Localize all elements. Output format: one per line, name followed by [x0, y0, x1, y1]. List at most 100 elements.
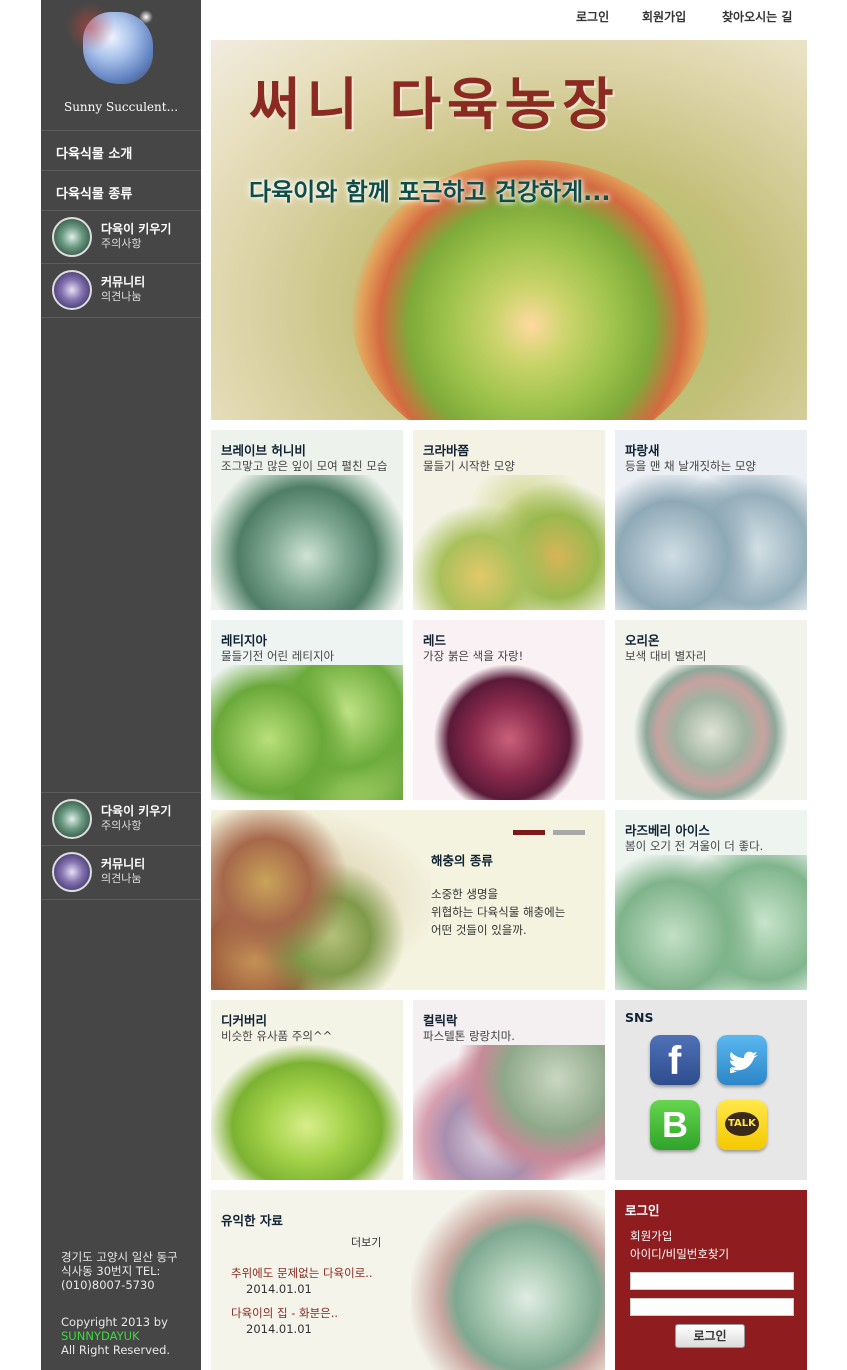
signup-link[interactable]: 회원가입: [630, 1228, 672, 1244]
sidebar-item-subtitle: 의견나눔: [101, 872, 142, 885]
succulent-thumbnail: [52, 799, 92, 839]
card-title: 브레이브 허니비: [221, 443, 306, 458]
card-subtitle: 조그맣고 많은 잎이 모여 펼친 모습: [221, 459, 388, 473]
twitter-icon[interactable]: [717, 1035, 767, 1085]
resources-panel: 유익한 자료 더보기 추위에도 문제없는 다육이로.. 2014.01.01 다…: [211, 1190, 605, 1370]
succulent-photo: [211, 475, 403, 610]
band-icon[interactable]: B: [650, 1100, 700, 1150]
post-date: 2014.01.01: [246, 1282, 312, 1296]
banner-title: 써니 다육농장: [249, 72, 620, 138]
card-title: 파랑새: [625, 443, 660, 458]
succulent-photo: [411, 1190, 605, 1370]
card-title: 컬릭락: [423, 1013, 458, 1028]
card-subtitle: 가장 붉은 색을 자랑!: [423, 649, 524, 663]
sidebar-item-label: 다육식물 소개: [56, 147, 133, 162]
resources-title: 유익한 자료: [221, 1213, 283, 1228]
pest-line: 어떤 것들이 있을까.: [431, 923, 527, 937]
facebook-icon[interactable]: f: [650, 1035, 700, 1085]
card-subtitle: 비슷한 유사품 주의^^: [221, 1029, 333, 1043]
succulent-photo: [211, 810, 431, 990]
card-subtitle: 봄이 오기 전 겨울이 더 좋다.: [625, 839, 764, 853]
sidebar: Sunny Succulent... 다육식물 소개 다육식물 종류 다육이 키…: [41, 0, 201, 1370]
sidebar-item-intro[interactable]: 다육식물 소개: [41, 130, 201, 170]
card-subtitle: 등을 맨 채 날개짓하는 모양: [625, 459, 757, 473]
sidebar-item-subtitle: 주의사항: [101, 819, 142, 832]
logo-sparkle-icon: [139, 10, 153, 24]
top-login-link[interactable]: 로그인: [576, 8, 609, 25]
sidebar-item-label: 다육식물 종류: [56, 187, 133, 202]
succulent-photo: [615, 475, 807, 610]
site-logo[interactable]: Sunny Succulent...: [41, 0, 201, 130]
card-title: 레티지아: [221, 633, 268, 648]
card-subtitle: 물들기전 어린 레티지아: [221, 649, 335, 663]
find-account-link[interactable]: 아이디/비밀번호찾기: [630, 1246, 729, 1262]
pest-line: 소중한 생명을: [431, 887, 499, 901]
login-title: 로그인: [625, 1203, 660, 1218]
succulent-photo: [413, 665, 605, 800]
pest-line: 위협하는 다육식물 해충에는: [431, 905, 566, 919]
kakaotalk-label: TALK: [728, 1118, 756, 1129]
password-input[interactable]: [630, 1298, 794, 1316]
card-raspberry-ice[interactable]: 라즈베리 아이스 봄이 오기 전 겨울이 더 좋다.: [615, 810, 807, 990]
login-button[interactable]: 로그인: [675, 1324, 745, 1348]
card-title: 크라바쯤: [423, 443, 470, 458]
card-title: 해충의 종류: [431, 853, 493, 868]
rights-text: All Right Reserved.: [61, 1343, 171, 1357]
succulent-photo: [413, 1045, 605, 1180]
post-date: 2014.01.01: [246, 1322, 312, 1336]
username-input[interactable]: [630, 1272, 794, 1290]
slide-indicator[interactable]: [553, 830, 585, 835]
sns-title: SNS: [625, 1010, 654, 1025]
sidebar-item-types[interactable]: 다육식물 종류: [41, 170, 201, 210]
post-title[interactable]: 추위에도 문제없는 다육이로..: [231, 1265, 373, 1281]
slide-indicator-active[interactable]: [513, 830, 545, 835]
succulent-photo: [615, 855, 807, 990]
card-pests[interactable]: 해충의 종류 소중한 생명을 위협하는 다육식물 해충에는 어떤 것들이 있을까…: [211, 810, 605, 990]
succulent-thumbnail: [52, 270, 92, 310]
address-line: 식사동 30번지 TEL:: [61, 1264, 161, 1278]
card-subtitle: 보색 대비 별자리: [625, 649, 707, 663]
card-subtitle: 파스텔톤 랑랑치마.: [423, 1029, 515, 1043]
kakaotalk-icon[interactable]: TALK: [717, 1100, 767, 1150]
card-bluebird[interactable]: 파랑새 등을 맨 채 날개짓하는 모양: [615, 430, 807, 610]
card-red[interactable]: 레드 가장 붉은 색을 자랑!: [413, 620, 605, 800]
copyright-text: Copyright 2013 by: [61, 1315, 168, 1329]
more-link[interactable]: 더보기: [351, 1234, 381, 1250]
top-signup-link[interactable]: 회원가입: [642, 8, 686, 25]
succulent-photo: [615, 665, 807, 800]
card-discovery[interactable]: 디커버리 비슷한 유사품 주의^^: [211, 1000, 403, 1180]
succulent-thumbnail: [52, 217, 92, 257]
address-line: (010)8007-5730: [61, 1278, 155, 1292]
sidebar-item-community[interactable]: 커뮤니티 의견나눔: [41, 263, 201, 318]
login-panel: 로그인 회원가입 아이디/비밀번호찾기 로그인: [615, 1190, 807, 1370]
card-subtitle: 물들기 시작한 모양: [423, 459, 515, 473]
card-crassula[interactable]: 크라바쯤 물들기 시작한 모양: [413, 430, 605, 610]
card-title: 오리온: [625, 633, 660, 648]
sns-panel: SNS f B TALK: [615, 1000, 807, 1180]
card-brave-honeybee[interactable]: 브레이브 허니비 조그맣고 많은 잎이 모여 펼친 모습: [211, 430, 403, 610]
card-title: 디커버리: [221, 1013, 268, 1028]
card-orion[interactable]: 오리온 보색 대비 별자리: [615, 620, 807, 800]
brand-name: SUNNYDAYUK: [61, 1329, 140, 1343]
sidebar-item-care-bottom[interactable]: 다육이 키우기 주의사항: [41, 792, 201, 845]
pest-description: 소중한 생명을 위협하는 다육식물 해충에는 어떤 것들이 있을까.: [431, 885, 565, 939]
logo-text: Sunny Succulent...: [63, 100, 179, 114]
card-title: 레드: [423, 633, 447, 648]
card-curly-locks[interactable]: 컬릭락 파스텔톤 랑랑치마.: [413, 1000, 605, 1180]
sidebar-item-subtitle: 의견나눔: [101, 290, 142, 303]
post-title[interactable]: 다육이의 집 - 화분은..: [231, 1305, 338, 1321]
address-line: 경기도 고양시 일산 동구: [61, 1250, 178, 1264]
hero-banner: 써니 다육농장 다육이와 함께 포근하고 건강하게...: [211, 40, 807, 420]
facebook-glyph: f: [668, 1039, 682, 1083]
sidebar-item-subtitle: 주의사항: [101, 237, 142, 250]
succulent-photo: [211, 1045, 403, 1180]
sidebar-item-community-bottom[interactable]: 커뮤니티 의견나눔: [41, 845, 201, 900]
twitter-bird-icon: [730, 1051, 758, 1073]
footer-copyright: Copyright 2013 by SUNNYDAYUK All Right R…: [61, 1315, 170, 1357]
sidebar-item-care[interactable]: 다육이 키우기 주의사항: [41, 210, 201, 263]
succulent-photo: [413, 475, 605, 610]
top-directions-link[interactable]: 찾아오시는 길: [722, 8, 792, 25]
succulent-thumbnail: [52, 852, 92, 892]
footer-address: 경기도 고양시 일산 동구 식사동 30번지 TEL: (010)8007-57…: [61, 1250, 178, 1292]
card-letizia[interactable]: 레티지아 물들기전 어린 레티지아: [211, 620, 403, 800]
